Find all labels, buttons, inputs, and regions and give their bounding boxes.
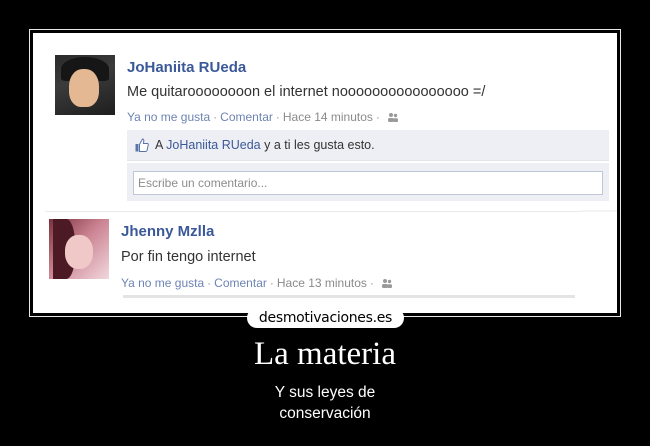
divider	[45, 211, 617, 212]
timestamp[interactable]: Hace 14 minutos	[283, 110, 373, 124]
poster-title: La materia	[254, 336, 396, 372]
liker-link[interactable]: JoHaniita RUeda	[166, 138, 261, 152]
thumbs-up-icon	[135, 138, 149, 152]
comment-area: Escribe un comentario...	[127, 163, 609, 201]
comment-link[interactable]: Comentar	[214, 276, 267, 290]
comment-link[interactable]: Comentar	[220, 110, 273, 124]
likes-prefix: A	[155, 138, 163, 152]
timestamp[interactable]: Hace 13 minutos	[277, 276, 367, 290]
image-frame: JoHaniita RUeda Me quitaroooooooon el in…	[29, 29, 621, 317]
cut-off-comment-bar	[123, 295, 575, 298]
divider-shadow	[580, 210, 617, 212]
author-name[interactable]: JoHaniita RUeda	[127, 59, 246, 76]
friends-icon	[387, 113, 398, 122]
friends-icon	[381, 279, 392, 288]
subtitle-line-2: conservación	[279, 405, 371, 422]
facebook-screenshot: JoHaniita RUeda Me quitaroooooooon el in…	[33, 33, 617, 313]
site-watermark: desmotivaciones.es	[247, 308, 404, 328]
demotivational-poster: JoHaniita RUeda Me quitaroooooooon el in…	[0, 0, 650, 446]
post-actions: Ya no me gusta · Comentar · Hace 13 minutos ·	[121, 276, 393, 290]
poster-subtitle: Y sus leyes de conservación	[0, 382, 650, 424]
likes-text: A JoHaniita RUeda y a ti les gusta esto.	[155, 138, 375, 152]
post-text: Me quitaroooooooon el internet noooooooo…	[127, 84, 486, 100]
author-name[interactable]: Jhenny Mzlla	[121, 223, 214, 240]
likes-bar: A JoHaniita RUeda y a ti les gusta esto.	[127, 130, 609, 161]
avatar[interactable]	[55, 55, 115, 115]
post-text: Por fin tengo internet	[121, 249, 256, 265]
likes-suffix: y a ti les gusta esto.	[264, 138, 375, 152]
post-actions: Ya no me gusta · Comentar · Hace 14 minutos ·	[127, 110, 399, 124]
comment-input[interactable]: Escribe un comentario...	[133, 171, 603, 195]
subtitle-line-1: Y sus leyes de	[274, 384, 376, 401]
unlike-link[interactable]: Ya no me gusta	[121, 276, 204, 290]
unlike-link[interactable]: Ya no me gusta	[127, 110, 210, 124]
avatar[interactable]	[49, 219, 109, 279]
